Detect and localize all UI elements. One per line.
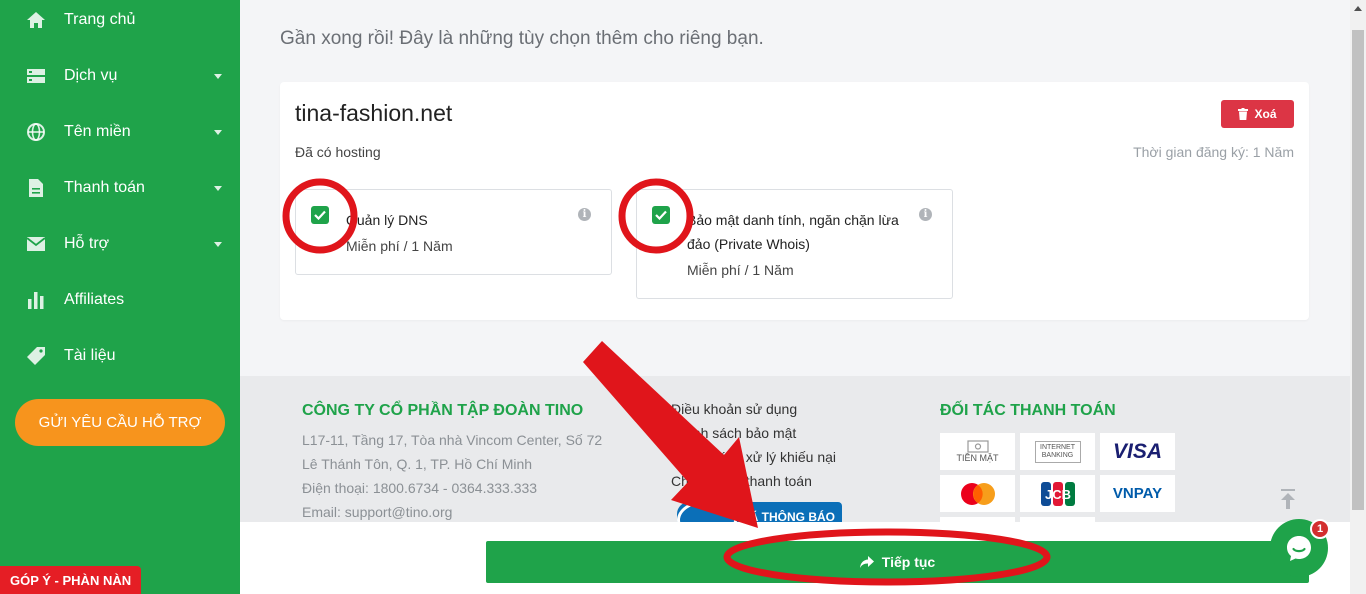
option-price: Miễn phí / 1 Năm	[687, 262, 794, 278]
payment-vnpay: VNPAY	[1100, 475, 1175, 512]
private-whois-checkbox[interactable]	[652, 206, 670, 224]
terms-link[interactable]: Điều khoản sử dụng	[671, 401, 797, 417]
payment-policy-link[interactable]: Chính sách thanh toán	[671, 473, 812, 489]
footer-address-line: Lê Thánh Tôn, Q. 1, TP. Hồ Chí Minh	[302, 456, 533, 472]
payment-label: INTERNET BANKING	[1034, 440, 1081, 463]
chevron-down-icon	[214, 129, 222, 135]
payment-label: VISA	[1112, 439, 1162, 463]
sidebar-item-services[interactable]: Dịch vụ	[0, 56, 240, 96]
check-icon	[655, 210, 667, 220]
payment-jcb: JCB	[1020, 475, 1095, 512]
page-title: Gần xong rồi! Đây là những tùy chọn thêm…	[280, 28, 764, 49]
sidebar-item-affiliates[interactable]: Affiliates	[0, 280, 240, 320]
payment-mastercard	[940, 475, 1015, 512]
payment-visa: VISA	[1100, 433, 1175, 470]
complaint-policy-link[interactable]: Chính sách xử lý khiếu nại	[671, 449, 836, 465]
payment-label: TIỀN MẶT	[956, 453, 999, 463]
sidebar-item-label: Dịch vụ	[64, 67, 118, 84]
footer-phone: Điện thoại: 1800.6734 - 0364.333.333	[302, 480, 538, 496]
option-title: Quản lý DNS	[346, 212, 428, 228]
sidebar-item-support[interactable]: Hỗ trợ	[0, 224, 240, 264]
option-dns-management[interactable]: Quản lý DNS i Miễn phí / 1 Năm	[295, 189, 612, 275]
footer-email: Email: support@tino.org	[302, 504, 453, 520]
sidebar-item-label: Affiliates	[64, 291, 125, 308]
sidebar-item-docs[interactable]: Tài liệu	[0, 336, 240, 376]
jcb-icon: JCB	[1040, 481, 1075, 506]
payment-internet-banking: INTERNET BANKING	[1020, 433, 1095, 470]
chat-notification-badge: 1	[1310, 519, 1330, 539]
dns-checkbox[interactable]	[311, 206, 329, 224]
tag-icon	[26, 346, 46, 366]
sidebar-item-billing[interactable]: Thanh toán	[0, 168, 240, 208]
check-icon	[314, 210, 326, 220]
continue-label: Tiếp tục	[881, 554, 936, 570]
payment-partners-title: ĐỐI TÁC THANH TOÁN	[940, 402, 1116, 419]
hosting-status: Đã có hosting	[295, 144, 381, 160]
bar-chart-icon	[26, 290, 46, 310]
feedback-button[interactable]: GÓP Ý - PHÀN NÀN	[0, 566, 142, 594]
domain-name: tina-fashion.net	[295, 100, 453, 126]
sidebar-item-label: Tên miền	[64, 123, 131, 140]
trash-icon	[1238, 108, 1249, 120]
continue-button[interactable]: Tiếp tục	[486, 541, 1309, 583]
chevron-down-icon	[214, 73, 222, 79]
chevron-down-icon	[214, 241, 222, 247]
footer-address-line: L17-11, Tầng 17, Tòa nhà Vincom Center, …	[302, 432, 603, 448]
mail-icon	[26, 234, 46, 254]
sidebar-item-label: Tài liệu	[64, 347, 116, 364]
delete-label: Xoá	[1254, 107, 1277, 121]
option-price: Miễn phí / 1 Năm	[346, 238, 453, 254]
sidebar-item-home[interactable]: Trang chủ	[0, 0, 240, 40]
home-icon	[26, 10, 46, 30]
privacy-link[interactable]: Chính sách bảo mật	[671, 425, 796, 441]
registration-period: Thời gian đăng ký: 1 Năm	[1133, 144, 1294, 160]
svg-text:JCB: JCB	[1044, 487, 1070, 502]
server-icon	[26, 66, 46, 86]
sidebar-item-label: Hỗ trợ	[64, 235, 110, 252]
sidebar-item-label: Trang chủ	[64, 11, 136, 28]
footer-company-name: CÔNG TY CỔ PHẦN TẬP ĐOÀN TINO	[302, 402, 584, 419]
domain-card: tina-fashion.net Xoá Đã có hosting Thời …	[280, 82, 1309, 320]
support-request-button[interactable]: GỬI YÊU CẦU HỖ TRỢ	[15, 399, 225, 446]
globe-icon	[26, 122, 46, 142]
mastercard-icon	[960, 482, 995, 505]
option-title: Bảo mật danh tính, ngăn chặn lừa đảo (Pr…	[687, 212, 899, 252]
payment-label: VNPAY	[1112, 485, 1163, 502]
cash-icon	[966, 440, 989, 453]
chat-icon	[1287, 536, 1311, 561]
delete-button[interactable]: Xoá	[1221, 100, 1294, 128]
sidebar-item-label: Thanh toán	[64, 179, 145, 196]
sidebar-item-domains[interactable]: Tên miền	[0, 112, 240, 152]
chevron-down-icon	[214, 185, 222, 191]
scroll-up-arrow[interactable]	[1354, 6, 1362, 11]
scrollbar-thumb[interactable]	[1352, 30, 1364, 510]
sidebar: Trang chủ Dịch vụ Tên miền Thanh toán Hỗ…	[0, 0, 240, 594]
option-private-whois[interactable]: Bảo mật danh tính, ngăn chặn lừa đảo (Pr…	[636, 189, 953, 299]
info-icon[interactable]: i	[578, 208, 591, 221]
scroll-to-top-icon[interactable]	[1278, 488, 1298, 510]
info-icon[interactable]: i	[919, 208, 932, 221]
payment-cash: TIỀN MẶT	[940, 433, 1015, 470]
share-arrow-icon	[859, 556, 874, 568]
document-icon	[26, 178, 46, 198]
